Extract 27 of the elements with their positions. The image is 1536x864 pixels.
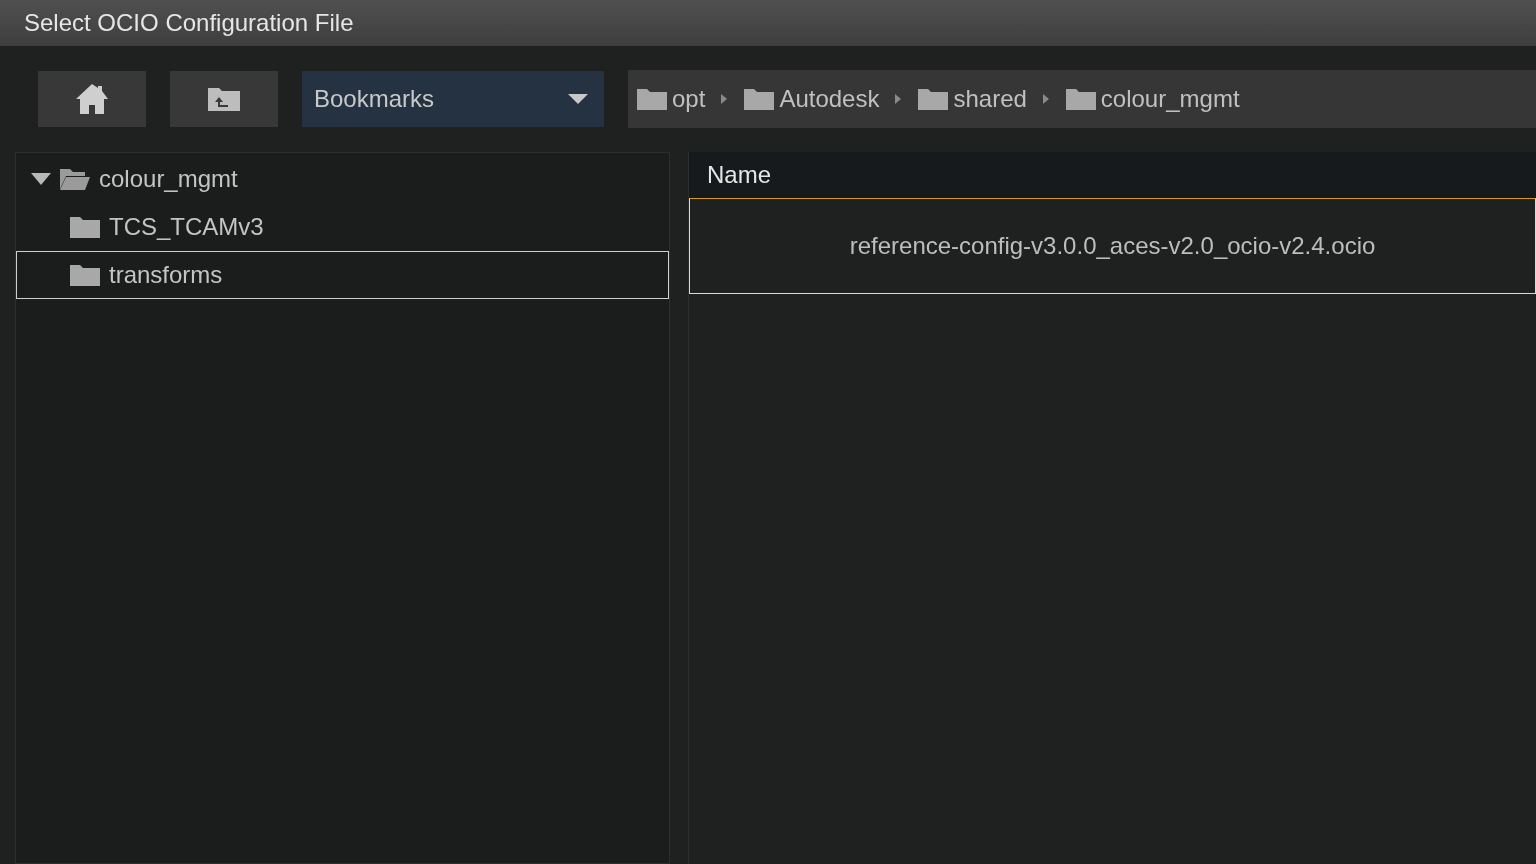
breadcrumb-item[interactable]: colour_mgmt bbox=[1064, 79, 1240, 119]
folder-icon bbox=[69, 215, 101, 239]
bookmarks-dropdown[interactable]: Bookmarks bbox=[302, 71, 604, 127]
folder-icon bbox=[1064, 87, 1097, 111]
dropdown-caret-icon bbox=[568, 94, 588, 104]
home-icon bbox=[76, 84, 108, 114]
window-title: Select OCIO Configuration File bbox=[24, 8, 354, 38]
tree-item[interactable]: transforms bbox=[16, 251, 669, 299]
breadcrumb-item[interactable]: Autodesk bbox=[743, 79, 880, 119]
tree-item[interactable]: TCS_TCAMv3 bbox=[16, 203, 669, 251]
separator-arrow-icon bbox=[895, 94, 902, 104]
tree-item[interactable]: colour_mgmt bbox=[16, 155, 669, 203]
parent-folder-button[interactable] bbox=[170, 71, 278, 127]
column-header[interactable]: Name bbox=[689, 157, 790, 193]
folder-icon bbox=[743, 87, 776, 111]
home-button[interactable] bbox=[38, 71, 146, 127]
folder-icon bbox=[636, 87, 668, 111]
folder-up-arrow-icon bbox=[207, 86, 241, 112]
folder-icon bbox=[69, 263, 101, 287]
expand-caret-icon[interactable] bbox=[31, 173, 51, 185]
breadcrumb-item[interactable]: shared bbox=[917, 79, 1027, 119]
folder-icon bbox=[917, 87, 950, 111]
separator-arrow-icon bbox=[721, 94, 728, 104]
separator-arrow-icon bbox=[1042, 94, 1049, 104]
file-row[interactable]: reference-config-v3.0.0_aces-v2.0_ocio-v2.4.ocio bbox=[689, 198, 1536, 294]
open-folder-icon bbox=[59, 167, 91, 191]
breadcrumb-item[interactable]: opt bbox=[636, 79, 706, 119]
